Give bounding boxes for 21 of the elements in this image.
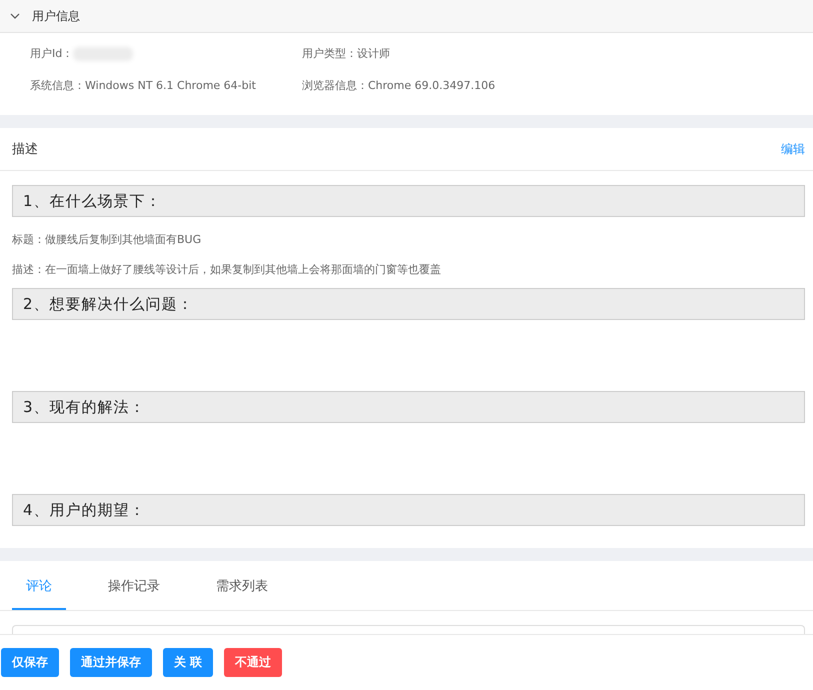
description-text: 描述：在一面墙上做好了腰线等设计后，如果复制到其他墙上会将那面墙的门窗等也覆盖 bbox=[12, 262, 442, 277]
action-button[interactable]: 通过并保存 bbox=[70, 648, 152, 677]
tab[interactable]: 评论 bbox=[12, 561, 66, 610]
edit-link[interactable]: 编辑 bbox=[781, 140, 805, 158]
section-heading: 3、现有的解法： bbox=[12, 391, 805, 423]
tab[interactable]: 操作记录 bbox=[94, 561, 174, 610]
chevron-icon[interactable] bbox=[10, 11, 20, 21]
panel-title: 用户信息 bbox=[32, 8, 80, 24]
tab[interactable]: 需求列表 bbox=[202, 561, 282, 610]
info-field: 浏览器信息：Chrome 69.0.3497.106 bbox=[302, 78, 783, 93]
action-button[interactable]: 关 联 bbox=[163, 648, 214, 677]
section-heading: 4、用户的期望： bbox=[12, 494, 805, 526]
info-field: 系统信息：Windows NT 6.1 Chrome 64-bit bbox=[30, 78, 302, 93]
panel-title: 描述 bbox=[12, 141, 38, 158]
action-button[interactable]: 不通过 bbox=[224, 648, 282, 677]
section-heading: 1、在什么场景下： bbox=[12, 185, 805, 217]
info-field: 用户类型：设计师 bbox=[302, 46, 783, 61]
info-field: 用户Id： bbox=[30, 46, 302, 61]
action-button[interactable]: 仅保存 bbox=[1, 648, 59, 677]
section-heading: 2、想要解决什么问题： bbox=[12, 288, 805, 320]
description-text: 标题：做腰线后复制到其他墙面有BUG bbox=[12, 232, 202, 247]
